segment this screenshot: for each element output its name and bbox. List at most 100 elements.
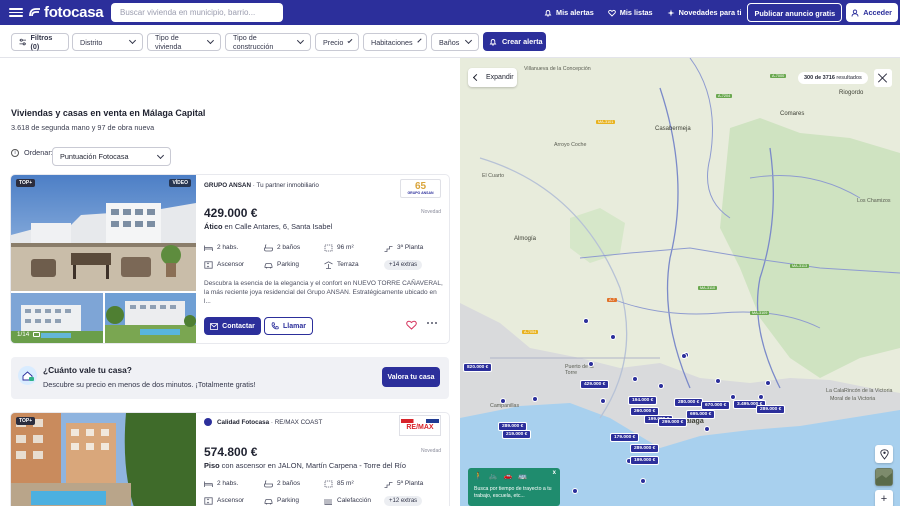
zoom-in-button[interactable]: + <box>875 490 893 506</box>
feature-heating: Calefacción <box>324 497 384 505</box>
map-price-tag[interactable]: 695.000 € <box>686 410 716 419</box>
new-tag: Novedad <box>420 448 441 454</box>
listing-title[interactable]: Ático en Calle Antares, 6, Santa Isabel <box>204 222 332 231</box>
thumbnail-photo[interactable]: 1/14 <box>11 293 103 343</box>
feature-elevator-text: Ascensor <box>217 261 245 268</box>
map-price-tag[interactable]: 820.000 € <box>463 363 493 372</box>
map-pin[interactable] <box>681 353 687 359</box>
my-lists-link[interactable]: Mis listas <box>607 8 653 17</box>
map-price-tag[interactable]: 670.000 € <box>701 401 731 410</box>
map-price-tag[interactable]: 260.000 € <box>630 407 660 416</box>
map-expand-button[interactable]: Expandir <box>468 68 517 87</box>
agency-logo-number: 65 <box>414 181 427 192</box>
map-pin[interactable] <box>500 398 506 404</box>
listing-main-photo[interactable]: TOP+ <box>11 413 196 506</box>
map-price-tag[interactable]: 194.000 € <box>628 396 658 405</box>
car-icon: 🚗 <box>503 473 513 480</box>
listing-main-photo[interactable]: TOP+ VÍDEO <box>11 175 196 291</box>
map-pin[interactable] <box>765 380 771 386</box>
district-filter-label: Distrito <box>80 37 103 47</box>
map-pin[interactable] <box>600 398 606 404</box>
map-pin[interactable] <box>588 361 594 367</box>
map-price-tag[interactable]: 299.000 € <box>658 418 688 427</box>
map-price-tag[interactable]: 289.000 € <box>630 444 660 453</box>
feature-area: 85 m² <box>324 480 384 488</box>
map-pin[interactable] <box>610 334 616 340</box>
map-pin[interactable] <box>640 478 646 484</box>
district-filter[interactable]: Distrito <box>72 33 143 51</box>
create-alert-button[interactable]: Crear alerta <box>483 32 546 51</box>
location-pin-button[interactable] <box>875 445 893 463</box>
results-map[interactable]: Villanueva de la Concepción Casabermeja … <box>460 58 900 506</box>
my-alerts-link[interactable]: Mis alertas <box>544 8 594 17</box>
map-pin[interactable] <box>572 488 578 494</box>
listing-card[interactable]: TOP+ Calidad Fotocasa · RE/MAX COAST RE/… <box>11 413 449 506</box>
construction-type-filter[interactable]: Tipo de construcción <box>225 33 311 51</box>
map-price-tag[interactable]: 280.000 € <box>674 398 704 407</box>
property-type: Ático <box>204 222 223 231</box>
contact-button[interactable]: Contactar <box>204 317 261 335</box>
value-your-home-button[interactable]: Valora tu casa <box>382 367 440 387</box>
road-label: MA-3110 <box>698 286 718 290</box>
travel-time-banner[interactable]: 🚶 🚲 🚗 🚌 x Busca por tiempo de trayecto a… <box>468 468 560 506</box>
login-button[interactable]: Acceder <box>846 3 898 22</box>
publish-listing-button[interactable]: Publicar anuncio gratis <box>747 3 843 22</box>
map-pin[interactable] <box>583 318 589 324</box>
map-close-icon[interactable] <box>874 69 892 87</box>
listing-card[interactable]: TOP+ VÍDEO 1/14 GRUPO ANSAN · Tu partner… <box>11 175 449 343</box>
map-pin[interactable] <box>704 426 710 432</box>
feature-bathrooms: 2 baños <box>264 479 324 488</box>
elevator-icon <box>204 260 213 269</box>
map-pin[interactable] <box>532 396 538 402</box>
bus-icon: 🚌 <box>518 473 527 480</box>
order-select[interactable]: Puntuación Fotocasa <box>52 147 171 166</box>
map-price-tag[interactable]: 219.000 € <box>502 430 532 439</box>
filters-button[interactable]: Filtros (0) <box>11 33 69 51</box>
feature-extras[interactable]: +14 extras <box>384 259 444 270</box>
news-for-you-link[interactable]: Novedades para ti <box>667 8 742 17</box>
map-price-tag[interactable]: 429.000 € <box>580 380 610 389</box>
call-button[interactable]: Llamar <box>264 317 313 335</box>
listing-title[interactable]: Piso con ascensor en JALON, Martín Carpe… <box>204 461 406 470</box>
search-input[interactable]: Buscar vivienda en municipio, barrio... <box>111 3 283 22</box>
chevron-down-icon <box>128 36 137 45</box>
transport-icons: 🚶 🚲 🚗 🚌 <box>474 472 527 480</box>
map-place-label: Riogordo <box>839 90 864 96</box>
news-for-you-label: Novedades para ti <box>678 8 742 17</box>
area-icon <box>324 244 333 251</box>
map-price-tag[interactable]: 289.000 € <box>756 405 786 414</box>
property-type-filter[interactable]: Tipo de vivienda <box>147 33 221 51</box>
map-pin[interactable] <box>632 376 638 382</box>
agency-tagline: · Tu partner inmobiliario <box>252 182 319 189</box>
agency-line: Calidad Fotocasa · RE/MAX COAST <box>204 418 322 426</box>
info-icon[interactable]: i <box>11 148 19 157</box>
listing-price[interactable]: 574.800 € <box>204 445 257 459</box>
fotocasa-logo[interactable]: fotocasa <box>28 4 104 21</box>
satellite-view-button[interactable] <box>875 468 893 486</box>
fotocasa-logo-icon <box>29 7 40 16</box>
map-pin[interactable] <box>658 383 664 389</box>
brand-name: fotocasa <box>44 4 104 21</box>
close-icon[interactable]: x <box>553 470 556 476</box>
feature-extras[interactable]: +12 extras <box>384 495 444 506</box>
results-list: Viviendas y casas en venta en Málaga Cap… <box>0 58 460 506</box>
thumbnail-photo[interactable] <box>104 293 196 343</box>
results-summary: 3.618 de segunda mano y 97 de obra nueva <box>11 123 155 132</box>
price-filter[interactable]: Precio <box>315 33 359 51</box>
favorite-heart-icon[interactable] <box>406 320 417 330</box>
listing-price[interactable]: 429.000 € <box>204 206 257 220</box>
agency-logo[interactable]: 65 GRUPO ANSAN <box>400 179 441 198</box>
area-icon <box>324 480 333 487</box>
map-pin[interactable] <box>715 378 721 384</box>
more-options-icon[interactable] <box>427 322 437 324</box>
extras-pill: +12 extras <box>384 495 423 506</box>
bathrooms-filter[interactable]: Baños <box>431 33 479 51</box>
valuation-title: ¿Cuánto vale tu casa? <box>43 365 132 375</box>
map-price-tag[interactable]: 199.000 € <box>630 456 660 465</box>
agency-logo[interactable]: RE/MAX <box>399 415 441 436</box>
menu-icon[interactable] <box>9 8 23 17</box>
location-icon <box>879 448 889 460</box>
map-price-tag[interactable]: 179.000 € <box>610 433 640 442</box>
rooms-filter[interactable]: Habitaciones <box>363 33 427 51</box>
feature-parking-text: Parking <box>277 261 300 268</box>
